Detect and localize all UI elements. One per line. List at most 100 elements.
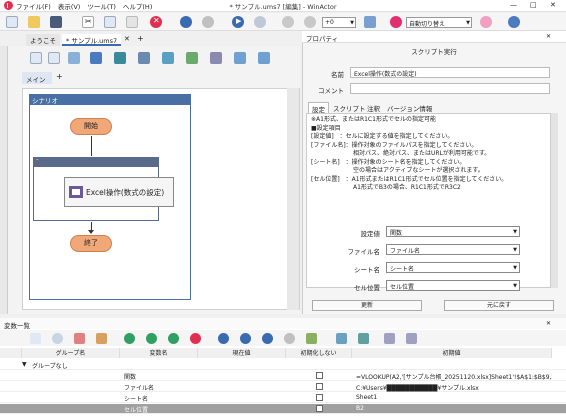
zoom-fit-icon[interactable] <box>68 52 80 64</box>
delete-icon[interactable]: ✕ <box>150 16 162 28</box>
tab-script[interactable]: スクリプト <box>330 102 369 113</box>
tab-sample-file[interactable]: * サンプル.ums7 <box>62 34 122 46</box>
no-init-checkbox[interactable] <box>316 372 323 379</box>
variable-import-icon[interactable] <box>96 333 107 344</box>
connector-line <box>91 136 92 156</box>
auto-switch-select[interactable]: 自動切り替え ▼ <box>406 17 472 28</box>
description-line: ※A1形式、またはR1C1形式でセルの指定可能 <box>311 116 436 123</box>
paste-icon[interactable] <box>126 16 138 28</box>
pause-icon[interactable] <box>282 16 294 28</box>
run-icon[interactable]: ▶ <box>232 16 244 28</box>
add-tab-icon[interactable]: + <box>137 34 144 43</box>
column-no-init[interactable]: 初期化しない <box>286 348 352 358</box>
record-stop-icon[interactable] <box>480 16 492 28</box>
group-up-icon[interactable] <box>240 333 251 344</box>
minimize-button[interactable]: — <box>510 1 517 9</box>
variable-name: セル位置 <box>124 407 149 414</box>
canvas-scrollbar[interactable] <box>287 88 299 310</box>
start-node[interactable]: 開始 <box>70 118 112 135</box>
column-current-value[interactable]: 現在値 <box>198 348 286 358</box>
layout-icon[interactable] <box>90 52 102 64</box>
table-row-selected[interactable]: セル位置 B2 <box>0 404 566 414</box>
window-title: * サンプル.ums7 [編集] - WinActor <box>229 2 337 11</box>
align-icon[interactable] <box>114 52 126 64</box>
initial-value[interactable]: B2 <box>356 405 552 412</box>
end-node[interactable]: 終了 <box>70 235 112 252</box>
column-variable-name[interactable]: 変数名 <box>120 348 198 358</box>
cell-position-select[interactable]: セル位置 ▼ <box>386 280 520 291</box>
tab-settings[interactable]: 設定 <box>308 102 329 114</box>
connect-icon[interactable] <box>234 52 246 64</box>
variable-delete-icon[interactable] <box>74 333 85 344</box>
group-icon[interactable] <box>186 52 198 64</box>
edit-icon[interactable] <box>306 333 317 344</box>
close-tab-icon[interactable]: ✕ <box>124 35 130 43</box>
sheet-name-select[interactable]: シート名 ▼ <box>386 262 520 273</box>
import-variables-icon[interactable] <box>406 333 417 344</box>
node-icon[interactable] <box>210 52 222 64</box>
add-sub-tab-icon[interactable]: + <box>56 72 63 81</box>
group-row[interactable]: ▼ グループなし <box>0 360 566 370</box>
properties-close-icon[interactable]: ✕ <box>546 33 551 40</box>
search-icon[interactable] <box>52 333 63 344</box>
remove-group-icon[interactable] <box>284 333 295 344</box>
maximize-button[interactable]: □ <box>530 1 537 9</box>
initial-value[interactable]: =VLOOKUP(A2,'[サンプル台帳_20251120.xlsx]Sheet… <box>356 372 552 381</box>
setting-value-select[interactable]: 関数 ▼ <box>386 226 520 237</box>
header-spacer <box>0 348 22 358</box>
column-initial-value[interactable]: 初期値 <box>352 348 552 358</box>
column-group-name[interactable]: グループ名 <box>22 348 120 358</box>
revert-button[interactable]: 元に戻す <box>444 300 554 311</box>
add-group-icon[interactable] <box>218 333 229 344</box>
list-icon[interactable] <box>30 333 41 344</box>
no-init-checkbox[interactable] <box>316 383 323 390</box>
variable-name: 関数 <box>124 374 137 381</box>
no-init-checkbox[interactable] <box>316 405 323 412</box>
settings-icon[interactable] <box>358 333 369 344</box>
tab-welcome[interactable]: ようこそ <box>26 34 60 46</box>
zoom-out-icon[interactable] <box>48 52 60 64</box>
name-field[interactable]: Excel操作(数式の設定) <box>350 67 550 78</box>
move-down-icon[interactable] <box>168 333 179 344</box>
stop-icon[interactable] <box>304 16 316 28</box>
file-name-select[interactable]: ファイル名 ▼ <box>386 244 520 255</box>
tab-version-info[interactable]: バージョン情報 <box>384 102 435 113</box>
group-down-icon[interactable] <box>262 333 273 344</box>
refresh-icon[interactable] <box>336 333 347 344</box>
new-file-icon[interactable] <box>6 16 18 28</box>
excel-formula-node[interactable]: Excel操作(数式の設定) <box>64 177 174 207</box>
close-window-button[interactable]: ✕ <box>550 1 556 9</box>
remove-variable-icon[interactable] <box>190 333 201 344</box>
target-icon[interactable] <box>508 16 520 28</box>
image-icon[interactable] <box>138 52 150 64</box>
initial-value[interactable]: C:¥Users¥███████████¥サンプル.xlsx <box>356 383 552 392</box>
window-mode-icon[interactable] <box>364 16 376 28</box>
zoom-in-icon[interactable] <box>30 52 42 64</box>
settings-scrollbar[interactable] <box>551 113 558 288</box>
record-icon[interactable] <box>390 16 402 28</box>
tab-main[interactable]: メイン <box>22 72 52 84</box>
variables-close-icon[interactable]: ✕ <box>546 320 551 327</box>
frame-icon[interactable] <box>162 52 174 64</box>
save-icon[interactable] <box>50 16 62 28</box>
table-row[interactable]: ファイル名 C:¥Users¥███████████¥サンプル.xlsx <box>0 382 566 392</box>
undo-icon[interactable] <box>180 16 192 28</box>
open-folder-icon[interactable] <box>28 16 40 28</box>
cut-icon[interactable]: ✂ <box>82 16 94 28</box>
initial-value[interactable]: Sheet1 <box>356 394 552 401</box>
move-up-icon[interactable] <box>146 333 157 344</box>
tab-notes[interactable]: 注釈 <box>364 102 383 113</box>
speed-select[interactable]: +0 ▼ <box>322 17 356 28</box>
export-icon[interactable] <box>258 52 270 64</box>
comment-field[interactable] <box>350 83 550 94</box>
add-variable-icon[interactable] <box>124 333 135 344</box>
group-toggle-icon[interactable]: ▼ <box>22 361 27 368</box>
redo-icon[interactable] <box>202 16 214 28</box>
copy-icon[interactable] <box>104 16 116 28</box>
table-row[interactable]: シート名 Sheet1 <box>0 393 566 403</box>
export-variables-icon[interactable] <box>384 333 395 344</box>
table-row[interactable]: 関数 =VLOOKUP(A2,'[サンプル台帳_20251120.xlsx]Sh… <box>0 371 566 381</box>
step-run-icon[interactable] <box>254 16 266 28</box>
no-init-checkbox[interactable] <box>316 394 323 401</box>
update-button[interactable]: 更新 <box>312 300 422 311</box>
